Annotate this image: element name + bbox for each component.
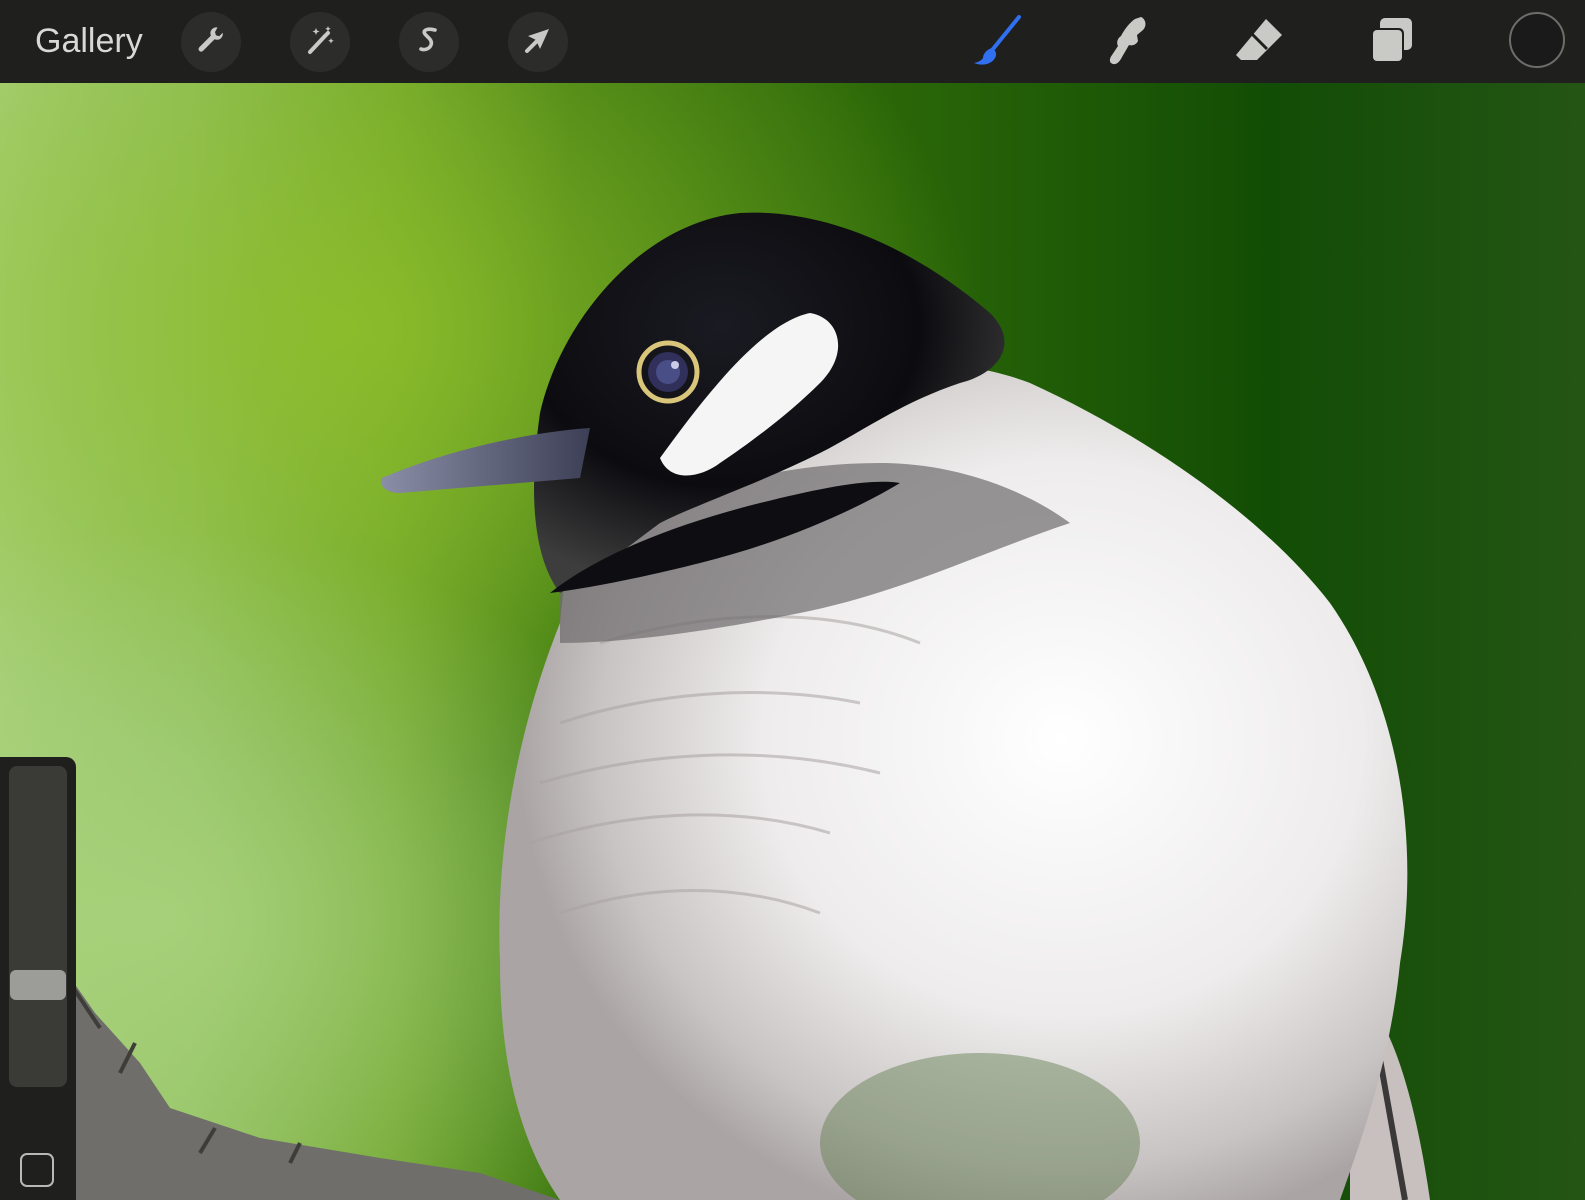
gallery-button[interactable]: Gallery — [35, 20, 143, 62]
brush-icon — [969, 13, 1025, 74]
bird-painting — [0, 83, 1585, 1200]
adjustments-button[interactable] — [290, 12, 350, 72]
eraser-button[interactable] — [1228, 12, 1290, 74]
transform-button[interactable] — [508, 12, 568, 72]
magic-wand-icon — [303, 23, 337, 62]
layers-icon — [1363, 13, 1419, 74]
arrow-cursor-icon — [521, 23, 555, 62]
drawing-canvas[interactable] — [0, 83, 1585, 1200]
modify-button[interactable] — [20, 1153, 54, 1187]
layers-button[interactable] — [1360, 12, 1422, 74]
wrench-icon — [194, 23, 228, 62]
brush-size-thumb[interactable] — [10, 970, 66, 1000]
left-sidebar — [0, 757, 76, 1200]
selection-button[interactable] — [399, 12, 459, 72]
top-toolbar: Gallery — [0, 0, 1585, 83]
smudge-button[interactable] — [1097, 12, 1159, 74]
selection-s-icon — [412, 23, 446, 62]
smudge-finger-icon — [1100, 13, 1156, 74]
actions-button[interactable] — [181, 12, 241, 72]
procreate-app: Gallery — [0, 0, 1585, 1200]
brush-size-slider[interactable] — [9, 766, 67, 1087]
eraser-icon — [1231, 13, 1287, 74]
color-picker-swatch[interactable] — [1509, 12, 1565, 68]
brush-button[interactable] — [966, 12, 1028, 74]
